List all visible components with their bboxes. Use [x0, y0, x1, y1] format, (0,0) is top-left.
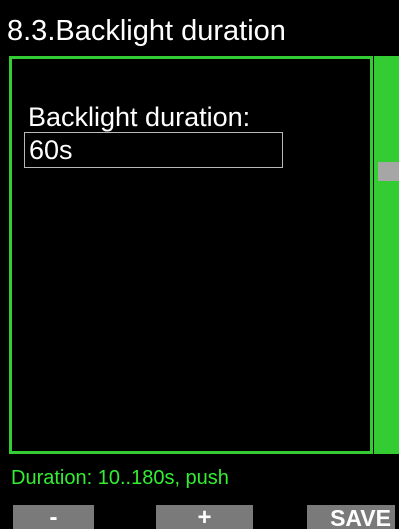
decrease-button[interactable]: - — [13, 505, 94, 529]
backlight-duration-label: Backlight duration: — [28, 102, 251, 132]
save-button[interactable]: SAVE — [307, 505, 395, 529]
backlight-duration-value: 60s — [29, 135, 73, 165]
scrollbar-thumb[interactable] — [378, 162, 399, 181]
backlight-duration-field[interactable]: 60s — [24, 132, 283, 168]
settings-panel: Backlight duration: 60s — [9, 56, 373, 454]
range-hint: Duration: 10..180s, push — [11, 467, 229, 489]
page-title: 8.3.Backlight duration — [7, 15, 286, 47]
scrollbar[interactable] — [374, 56, 399, 454]
title-bar: 8.3.Backlight duration — [0, 0, 399, 54]
increase-button[interactable]: + — [156, 505, 253, 529]
